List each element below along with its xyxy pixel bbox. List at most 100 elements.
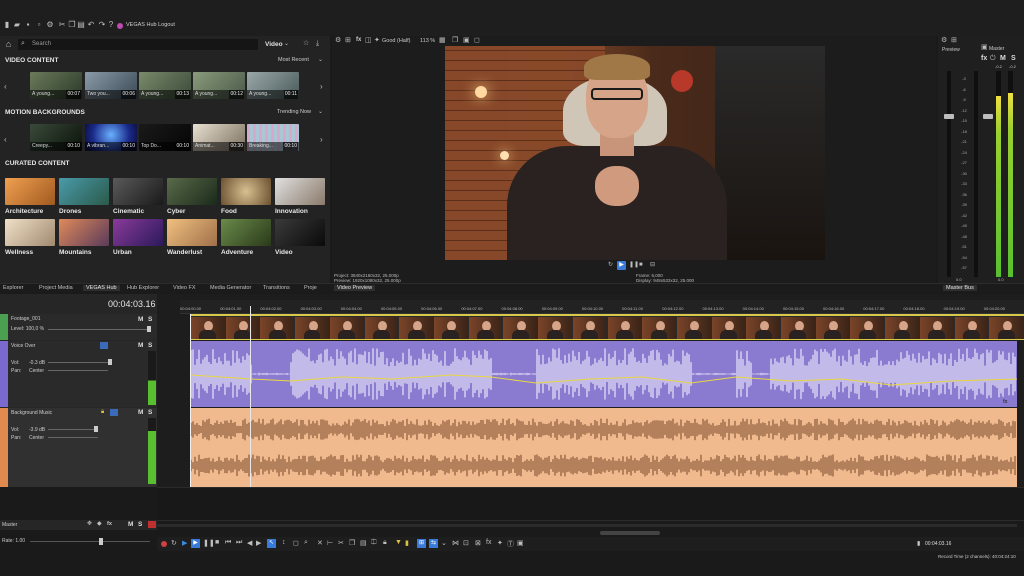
grid-icon[interactable]: ⊞ <box>345 37 351 44</box>
solo-button[interactable]: S <box>148 316 152 323</box>
chevron-down-icon[interactable]: ⌄ <box>318 57 323 63</box>
undo-icon[interactable]: ↶ <box>87 21 95 29</box>
curated-category[interactable]: Cyber <box>167 178 217 215</box>
track-header-video[interactable]: Footage_001 Level: 100,0 % M S <box>0 314 157 340</box>
lock-icon[interactable]: 🔒︎ <box>383 539 387 547</box>
volume-slider-thumb[interactable] <box>94 426 98 432</box>
new-file-icon[interactable]: ▮ <box>3 21 11 29</box>
paste-icon[interactable]: ▤ <box>360 539 367 547</box>
tab-media-generator[interactable]: Media Generator <box>210 285 251 291</box>
tab-vegas-hub[interactable]: VEGAS Hub <box>83 285 120 291</box>
settings-icon[interactable]: ⚙ <box>46 21 54 29</box>
auto-ripple-button[interactable]: ⇆ <box>429 539 438 548</box>
motion-thumbnail[interactable]: Creepy... 00:10 <box>30 124 82 151</box>
tab-video-fx[interactable]: Video FX <box>173 285 196 291</box>
curated-category[interactable]: Video <box>275 219 325 256</box>
mute-button[interactable]: M <box>138 316 143 323</box>
empty-track-area[interactable] <box>157 487 1024 520</box>
media-type-dropdown[interactable]: Video <box>265 41 283 48</box>
pan-slider[interactable] <box>48 437 98 438</box>
tab-transitions[interactable]: Transitions <box>263 285 290 291</box>
copy-icon[interactable]: ❐ <box>68 21 76 29</box>
settings-icon[interactable]: ⚙ <box>335 37 341 44</box>
video-content-sort[interactable]: Most Recent <box>278 57 309 63</box>
mute-button[interactable]: M <box>138 409 143 416</box>
level-slider[interactable] <box>48 329 148 330</box>
motion-thumbnail[interactable]: Top Do... 00:10 <box>139 124 191 151</box>
region-icon[interactable]: ▮ <box>405 539 409 547</box>
safe-area-icon[interactable]: ◻ <box>474 37 480 44</box>
solo-button[interactable]: S <box>148 409 152 416</box>
track-fx-button[interactable] <box>110 409 118 416</box>
mute-button[interactable]: M <box>128 521 133 528</box>
arrow-left-icon[interactable]: ‹ <box>4 83 7 91</box>
copy-snapshot-icon[interactable]: ❐ <box>452 37 458 44</box>
curated-category[interactable]: Innovation <box>275 178 325 215</box>
curated-category[interactable]: Wanderlust <box>167 219 217 256</box>
trim-icon[interactable]: ⊢ <box>327 539 333 547</box>
rate-slider-thumb[interactable] <box>99 538 103 545</box>
volume-slider-thumb[interactable] <box>108 359 112 365</box>
ripple-mode-icon[interactable]: ⌄ <box>441 539 447 547</box>
search-box[interactable]: ⌕ Search <box>18 39 258 50</box>
split-icon[interactable]: ⎅ <box>371 539 377 547</box>
lock-envelopes-icon[interactable]: ⊡ <box>463 539 469 547</box>
play-button[interactable]: ▶ <box>617 261 626 270</box>
add-bus-icon[interactable]: ⊞ <box>951 37 957 44</box>
vegas-hub-logout-link[interactable]: VEGAS Hub Logout <box>126 22 175 28</box>
curated-category[interactable]: Cinematic <box>113 178 163 215</box>
tab-project[interactable]: Proje <box>304 285 317 291</box>
stop-icon[interactable]: ■ <box>639 262 643 268</box>
loop-icon[interactable]: ↻ <box>608 262 613 268</box>
music-event[interactable] <box>191 408 1017 487</box>
curated-category[interactable]: Mountains <box>59 219 109 256</box>
voice-over-event[interactable] <box>191 341 1017 407</box>
settings-icon[interactable]: ⚙ <box>941 37 947 44</box>
selection-tool[interactable]: ◻ <box>293 539 299 547</box>
scissors-icon[interactable]: ✂ <box>58 21 66 29</box>
timeline-scrollbar[interactable] <box>600 531 660 535</box>
pan-slider[interactable] <box>48 370 108 371</box>
prev-frame-icon[interactable]: ◀ <box>247 539 252 547</box>
arrow-left-icon[interactable]: ‹ <box>4 136 7 144</box>
curated-category[interactable]: Architecture <box>5 178 55 215</box>
volume-slider[interactable] <box>48 429 98 430</box>
curated-category[interactable]: Food <box>221 178 271 215</box>
crosshair-icon[interactable]: ✥ <box>87 521 92 527</box>
lock-icon[interactable]: 🔒︎ <box>101 409 104 415</box>
mute-button[interactable]: M <box>138 342 143 349</box>
motion-thumbnail[interactable]: Breaking... 00:10 <box>247 124 299 151</box>
motion-icon[interactable]: ✦ <box>497 539 503 547</box>
zoom-tool[interactable]: ⌕ <box>304 539 308 547</box>
save-snapshot-icon[interactable]: ▣ <box>463 37 470 44</box>
video-thumbnail[interactable]: Two you... 00:06 <box>85 72 137 99</box>
tab-master-bus[interactable]: Master Bus <box>943 285 977 291</box>
chevron-down-icon[interactable]: ⌄ <box>318 109 323 115</box>
ignore-grouping-icon[interactable]: ⊠ <box>475 539 481 547</box>
pause-icon[interactable]: ❚❚ <box>629 262 639 268</box>
preview-fader[interactable] <box>944 114 954 119</box>
curated-category[interactable]: Urban <box>113 219 163 256</box>
tab-explorer[interactable]: Explorer <box>3 285 23 291</box>
download-icon[interactable]: ⤓ <box>316 40 319 47</box>
play-button[interactable]: ▶ <box>191 539 200 548</box>
help-icon[interactable]: ? <box>107 21 115 29</box>
snapping-button[interactable]: ⊞ <box>417 539 426 548</box>
track-header-voice-over[interactable]: Voice Over M S Vol: -0.3 dB Pan: Center <box>0 341 157 407</box>
next-frame-icon[interactable]: ▶ <box>256 539 261 547</box>
record-button[interactable] <box>161 541 167 547</box>
pause-icon[interactable]: ❚❚ <box>203 539 215 547</box>
quality-icon[interactable]: ✦ <box>374 37 380 44</box>
open-folder-icon[interactable]: ▰ <box>13 21 21 29</box>
text-icon[interactable]: Ⓣ <box>507 539 514 549</box>
marker-icon[interactable]: ▼ <box>395 539 402 546</box>
crossfade-icon[interactable]: ⋈ <box>452 539 459 547</box>
video-frame[interactable] <box>445 46 825 260</box>
chevron-down-icon[interactable]: ⌄ <box>284 41 289 47</box>
save-icon[interactable]: ▪ <box>24 21 32 29</box>
arrow-right-icon[interactable]: › <box>320 136 323 144</box>
stop-icon[interactable]: ■ <box>215 539 219 546</box>
favorite-star-icon[interactable]: ☆ <box>303 40 309 47</box>
rate-slider[interactable] <box>30 541 150 542</box>
tab-video-preview[interactable]: Video Preview <box>334 285 376 291</box>
